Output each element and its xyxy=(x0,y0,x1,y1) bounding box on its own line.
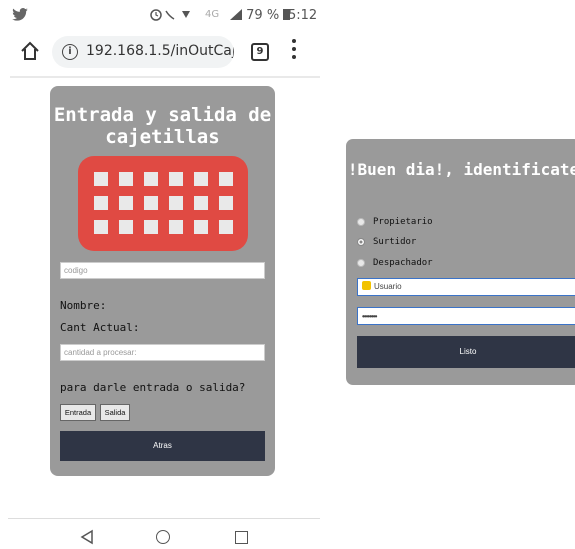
atras-button[interactable]: Atras xyxy=(60,431,265,461)
keypad-key xyxy=(119,220,133,234)
radio-despachador[interactable]: Despachador xyxy=(357,258,433,270)
cantidad-input[interactable]: cantidad a procesar: xyxy=(60,344,265,361)
network-label: 4G xyxy=(205,9,220,20)
keypad-key xyxy=(144,196,158,210)
keypad-key xyxy=(219,220,233,234)
entrada-button[interactable]: Entrada xyxy=(60,404,96,421)
usuario-input[interactable]: Usuario xyxy=(357,278,575,296)
keypad-key xyxy=(119,172,133,186)
keypad-key xyxy=(144,220,158,234)
radio-selected-icon[interactable] xyxy=(357,237,365,246)
user-icon xyxy=(362,281,371,291)
browser-toolbar: i 192.168.1.5/inOutCajet 9 xyxy=(0,33,328,73)
page-title: Entrada y salida de cajetillas xyxy=(53,104,272,148)
navbar-divider xyxy=(8,518,320,519)
keypad-key xyxy=(144,172,158,186)
keypad-key xyxy=(94,196,108,210)
keypad-key xyxy=(169,172,183,186)
codigo-input[interactable]: codigo xyxy=(60,262,265,279)
listo-button[interactable]: Listo xyxy=(357,336,575,368)
toolbar-divider xyxy=(10,76,320,78)
login-title: !Buen dia!, identificate xyxy=(347,160,575,179)
keypad-key xyxy=(94,220,108,234)
keypad-key xyxy=(94,172,108,186)
password-input[interactable]: •••••••• xyxy=(357,307,575,325)
salida-button[interactable]: Salida xyxy=(100,404,130,421)
overflow-menu-icon[interactable] xyxy=(292,39,296,61)
home-nav-icon[interactable] xyxy=(156,530,170,544)
radio-propietario[interactable]: Propietario xyxy=(357,217,433,229)
tab-count-icon[interactable]: 9 xyxy=(251,43,269,61)
battery-percent: 79 % xyxy=(230,8,291,23)
info-icon[interactable]: i xyxy=(62,44,78,60)
radio-icon[interactable] xyxy=(357,258,365,267)
back-icon[interactable] xyxy=(80,529,94,545)
keypad-key xyxy=(119,196,133,210)
url-text[interactable]: 192.168.1.5/inOutCajet xyxy=(86,43,234,59)
alarm-wifi-icons xyxy=(150,8,200,24)
address-bar[interactable]: i 192.168.1.5/inOutCajet xyxy=(52,36,234,68)
keypad-key xyxy=(169,196,183,210)
keypad-graphic xyxy=(78,156,248,251)
question-text: para darle entrada o salida? xyxy=(60,381,246,394)
cant-actual-label: Cant Actual: xyxy=(60,321,140,334)
keypad-key xyxy=(219,172,233,186)
nombre-label: Nombre: xyxy=(60,299,107,312)
radio-surtidor[interactable]: Surtidor xyxy=(357,237,416,249)
home-icon[interactable] xyxy=(20,41,40,61)
keypad-key xyxy=(219,196,233,210)
status-bar: 4G 79 % 5:12 xyxy=(0,0,340,32)
keypad-key xyxy=(194,196,208,210)
clock: 5:12 xyxy=(288,8,318,23)
keypad-key xyxy=(194,172,208,186)
radio-icon[interactable] xyxy=(357,217,365,226)
inventory-card: Entrada y salida de cajetillas codigo No… xyxy=(50,86,275,476)
login-card: !Buen dia!, identificate Propietario Sur… xyxy=(346,139,575,385)
keypad-key xyxy=(169,220,183,234)
twitter-icon xyxy=(12,7,28,25)
recents-icon[interactable] xyxy=(235,531,248,544)
keypad-key xyxy=(194,220,208,234)
